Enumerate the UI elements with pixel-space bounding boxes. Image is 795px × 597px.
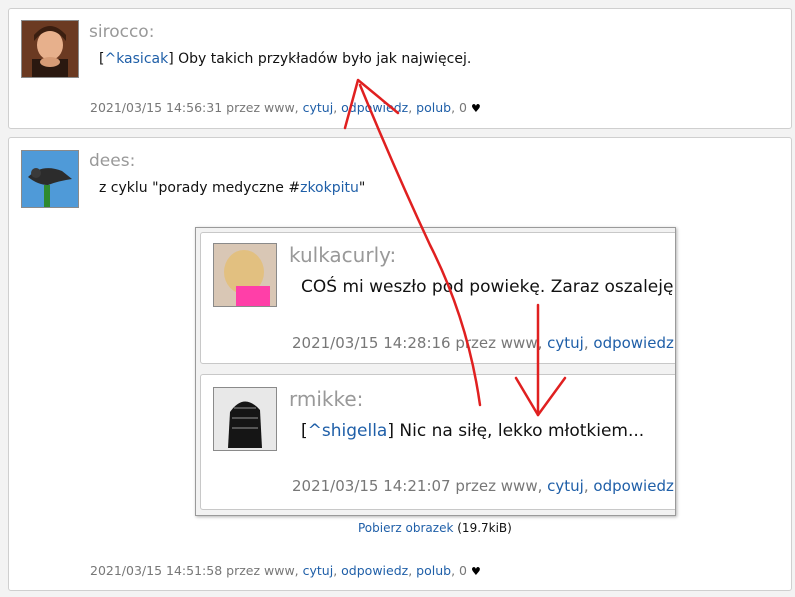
comment-body: [^kasicak] Oby takich przykładów było ja… [99,51,472,67]
comment-author[interactable]: dees: [89,151,135,171]
quote-link[interactable]: cytuj [303,563,334,578]
hashtag-link[interactable]: zkokpitu [300,180,359,196]
avatar-sirocco-image [22,21,78,77]
avatar-dees-image [22,151,78,207]
avatar-dees[interactable] [21,150,79,208]
image-comment-meta: 2021/03/15 14:21:07 przez www, cytuj, od… [292,477,675,495]
reply-link[interactable]: odpowiedz [341,563,408,578]
avatar-kulkacurly [213,243,277,307]
avatar-rmikke [213,387,277,451]
comment-text: z cyklu "porady medyczne # [99,180,301,196]
reply-link[interactable]: odpowiedz [341,100,408,115]
comment-text: Oby takich przykładów było jak najwięcej… [173,51,472,67]
image-comment-text: COŚ mi weszło pod powiekę. Zaraz oszalej… [301,277,676,297]
avatar-rmikke-image [214,388,276,450]
heart-icon: ♥ [470,102,481,115]
image-comment-author: rmikke: [289,387,364,411]
comment-meta: 2021/03/15 14:56:31 przez www, cytuj, od… [90,100,481,115]
comment-text-end: " [358,180,366,196]
avatar-sirocco[interactable] [21,20,79,78]
like-link[interactable]: polub [416,100,451,115]
avatar-kulkacurly-image [214,244,276,306]
comment-body: z cyklu "porady medyczne #zkokpitu" [99,180,365,196]
image-comment-timestamp: 2021/03/15 14:28:16 przez www, [292,334,543,352]
comment-meta: 2021/03/15 14:51:58 przez www, cytuj, od… [90,563,481,578]
comment-author[interactable]: sirocco: [89,22,154,42]
image-comment-meta: 2021/03/15 14:28:16 przez www, cytuj, od… [292,334,675,352]
image-caption: Pobierz obrazek (19.7kiB) [358,521,512,535]
image-reply-link: odpowiedz [593,477,674,495]
image-size: (19.7kiB) [457,521,512,535]
image-comment-text: Nic na siłę, lekko młotkiem... [394,421,645,441]
image-quote-link: cytuj [547,334,584,352]
image-comment-author: kulkacurly: [289,243,397,267]
mention-link[interactable]: ^kasicak [104,51,168,67]
comment-timestamp: 2021/03/15 14:51:58 przez www, [90,563,299,578]
image-comment-card-kulkacurly: kulkacurly: COŚ mi weszło pod powiekę. Z… [200,232,676,364]
attached-image[interactable]: kulkacurly: COŚ mi weszło pod powiekę. Z… [195,227,676,516]
like-count: 0 [459,563,467,578]
image-reply-link: odpowiedz [593,334,674,352]
like-link[interactable]: polub [416,563,451,578]
image-comment-card-rmikke: rmikke: [^shigella] Nic na siłę, lekko m… [200,374,675,510]
download-image-link[interactable]: Pobierz obrazek [358,521,453,535]
image-mention-link: ^shigella [307,421,388,441]
image-comment-timestamp: 2021/03/15 14:21:07 przez www, [292,477,543,495]
comment-timestamp: 2021/03/15 14:56:31 przez www, [90,100,299,115]
heart-icon: ♥ [470,565,481,578]
quote-link[interactable]: cytuj [303,100,334,115]
image-quote-link: cytuj [547,477,584,495]
image-comment-body: [^shigella] Nic na siłę, lekko młotkiem.… [301,421,645,441]
like-count: 0 [459,100,467,115]
comment-card-sirocco: sirocco: [^kasicak] Oby takich przykładó… [8,8,792,129]
